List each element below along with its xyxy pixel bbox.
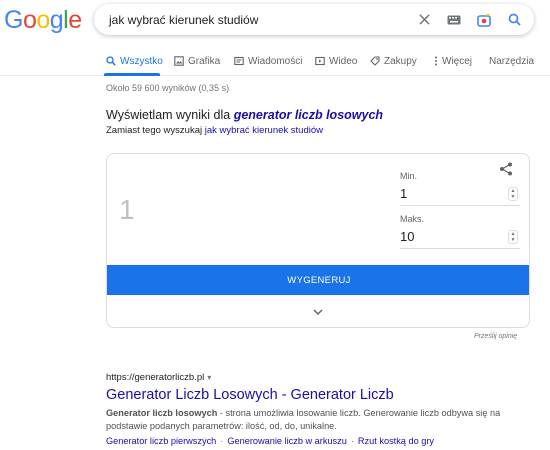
result-stats: Około 59 600 wyników (0,35 s) (106, 83, 230, 93)
search-tabs: Wszystko Grafika Wiadomości Wideo Zakupy… (0, 50, 550, 76)
tab-label: Wiadomości (248, 55, 303, 67)
sitelink[interactable]: Rzut kostką do gry (358, 436, 434, 446)
result-title[interactable]: Generator Liczb Losowych - Generator Lic… (106, 387, 394, 403)
result-url-text: https://generatorliczb.pl (106, 372, 205, 383)
tab-label: Wszystko (120, 55, 163, 67)
more-icon (435, 56, 437, 66)
logo-letter: g (49, 6, 64, 34)
keyboard-icon[interactable] (444, 10, 464, 30)
corrected-query-link[interactable]: generator liczb losowych (234, 108, 383, 122)
max-value: 10 (400, 229, 415, 244)
active-tab-indicator (104, 73, 160, 76)
tab-label: Grafika (188, 55, 221, 67)
logo-text: Google (4, 6, 82, 35)
search-icon (106, 56, 116, 66)
caret-down-icon[interactable]: ▾ (207, 373, 211, 382)
image-icon (174, 56, 184, 66)
search-box[interactable]: jak wybrać kierunek studiów (94, 4, 534, 35)
sitelinks: Generator liczb pierwszych · Generowanie l… (106, 436, 434, 446)
min-field[interactable]: 1 ▲ ▼ (400, 184, 520, 206)
share-icon[interactable] (499, 162, 515, 178)
min-stepper[interactable]: ▲ ▼ (508, 187, 518, 201)
tab-shopping[interactable]: Zakupy (370, 52, 417, 70)
tab-video[interactable]: Wideo (315, 52, 357, 70)
showing-prefix: Wyświetlam wyniki dla (106, 108, 234, 122)
logo-letter: o (36, 6, 50, 34)
tab-more[interactable]: Więcej (434, 52, 472, 70)
tab-label: Zakupy (384, 55, 417, 67)
logo-letter: G (4, 6, 23, 34)
logo-letter: e (68, 6, 82, 34)
showing-results-for: Wyświetlam wyniki dla generator liczb lo… (106, 108, 383, 122)
generate-label: WYGENERUJ (287, 274, 351, 286)
tab-label: Wideo (329, 55, 358, 67)
tab-all[interactable]: Wszystko (106, 52, 163, 70)
tools-label: Narzędzia (489, 55, 535, 67)
search-input[interactable]: jak wybrać kierunek studiów (109, 13, 414, 27)
tab-label: Więcej (442, 55, 473, 67)
search-instead: Zamiast tego wyszukaj jak wybrać kierune… (106, 125, 323, 136)
feedback-link[interactable]: Prześlij opinię (474, 333, 517, 340)
generate-button[interactable]: WYGENERUJ (107, 265, 529, 295)
original-query-link[interactable]: jak wybrać kierunek studiów (205, 125, 323, 136)
snippet-bold: Generator liczb losowych (106, 408, 218, 418)
random-number-generator-card: 1 Min. 1 ▲ ▼ Maks. 10 ▲ ▼ WYGENERUJ (106, 153, 530, 328)
chevron-down-icon[interactable]: ▼ (511, 237, 516, 243)
sitelink[interactable]: Generator liczb pierwszych (106, 436, 216, 446)
camera-icon[interactable] (474, 10, 494, 30)
separator: · (350, 436, 354, 446)
generated-number: 1 (119, 194, 135, 225)
min-value: 1 (400, 186, 408, 201)
result-url[interactable]: https://generatorliczb.pl ▾ (106, 372, 211, 383)
tag-icon (370, 56, 380, 66)
chevron-down-icon[interactable]: ▼ (511, 194, 516, 200)
separator: · (220, 436, 224, 446)
max-label: Maks. (400, 214, 425, 224)
chevron-down-icon[interactable] (312, 305, 326, 319)
sitelink[interactable]: Generowanie liczb w arkuszu (227, 436, 347, 446)
tab-images[interactable]: Grafika (174, 52, 220, 70)
instead-prefix: Zamiast tego wyszukaj (106, 125, 205, 136)
result-snippet: Generator liczb losowych - strona umożli… (106, 407, 506, 433)
search-icon[interactable] (504, 10, 524, 30)
logo-letter: o (22, 6, 37, 34)
max-field[interactable]: 10 ▲ ▼ (400, 227, 520, 249)
video-icon (315, 56, 325, 66)
tools-button[interactable]: Narzędzia (489, 52, 534, 70)
news-icon (234, 56, 244, 66)
min-label: Min. (400, 171, 418, 181)
clear-icon[interactable] (414, 10, 434, 30)
max-stepper[interactable]: ▲ ▼ (508, 230, 518, 244)
google-logo[interactable]: Google (4, 6, 82, 35)
tab-news[interactable]: Wiadomości (234, 52, 302, 70)
